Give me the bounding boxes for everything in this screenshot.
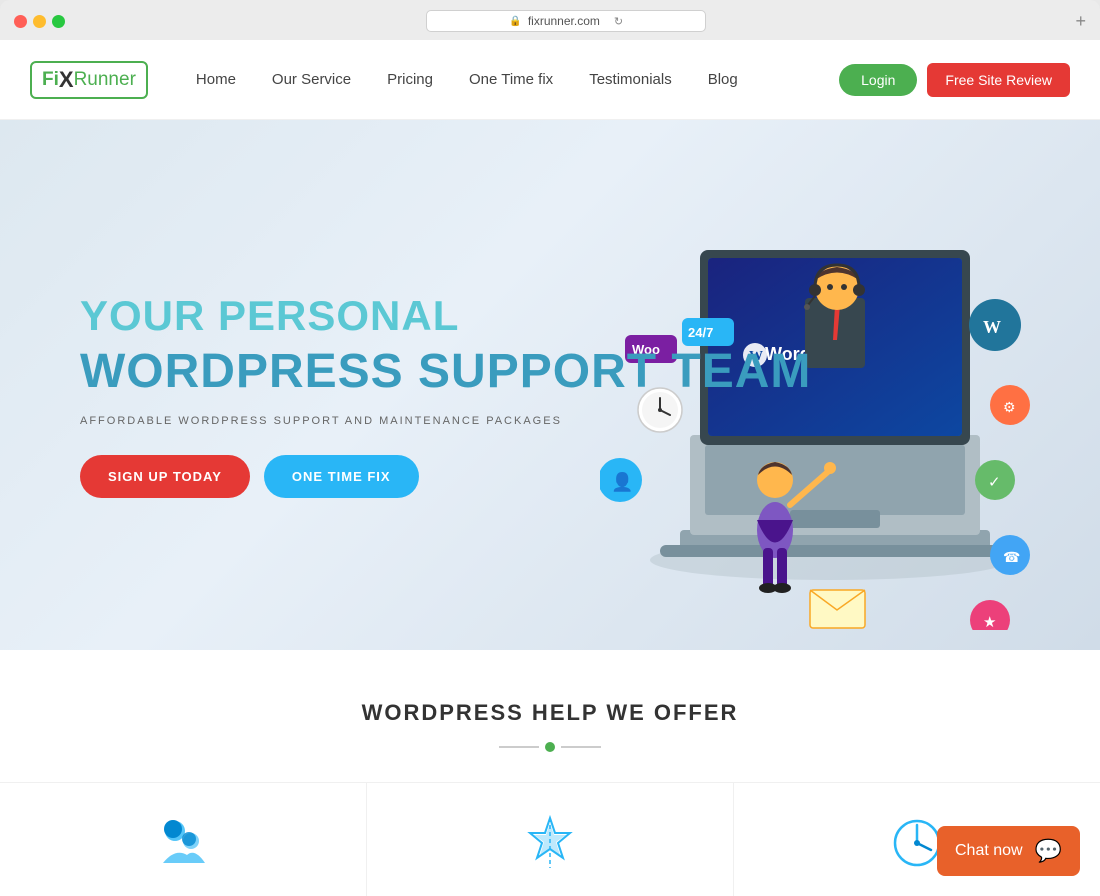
browser-titlebar: 🔒 fixrunner.com ↻ + [0,10,1100,40]
logo[interactable]: FiXRunner [30,61,148,99]
chat-icon: 💬 [1035,838,1062,864]
logo-text: FiXRunner [30,61,148,99]
logo-runner: Runner [74,69,136,91]
card-1 [0,783,367,896]
hero-content: YOUR PERSONAL WORDPRESS SUPPORT TEAM AFF… [0,272,811,498]
section-divider [0,742,1100,752]
svg-text:✓: ✓ [988,474,1001,491]
hero-title-line2: WORDPRESS SUPPORT TEAM [80,344,811,399]
cards-row [0,782,1100,896]
hero-title-line1: YOUR PERSONAL [80,292,811,340]
url-text: fixrunner.com [528,14,600,28]
navbar: FiXRunner Home Our Service Pricing One T… [0,40,1100,120]
help-section: WORDPRESS HELP WE OFFER [0,650,1100,896]
login-button[interactable]: Login [839,64,917,96]
nav-item-blog[interactable]: Blog [690,63,756,96]
nav-item-pricing[interactable]: Pricing [369,63,451,96]
traffic-lights [14,15,65,28]
new-tab-button[interactable]: + [1075,11,1086,32]
logo-x: X [59,67,74,93]
svg-text:W: W [983,317,1001,337]
chat-widget[interactable]: Chat now 💬 [937,826,1080,876]
page-content: FiXRunner Home Our Service Pricing One T… [0,40,1100,896]
nav-item-onetimefix[interactable]: One Time fix [451,63,571,96]
free-review-button[interactable]: Free Site Review [927,63,1070,97]
maximize-button[interactable] [52,15,65,28]
signup-button[interactable]: SIGN UP TODAY [80,455,250,498]
lock-icon: 🔒 [509,16,521,27]
nav-actions: Login Free Site Review [839,63,1070,97]
hero-section: YOUR PERSONAL WORDPRESS SUPPORT TEAM AFF… [0,120,1100,650]
nav-item-service[interactable]: Our Service [254,63,369,96]
address-bar[interactable]: 🔒 fixrunner.com ↻ [426,10,706,32]
hero-buttons: SIGN UP TODAY ONE TIME FIX [80,455,811,498]
card-2-icon [520,813,580,873]
card-2 [367,783,734,896]
nav-links: Home Our Service Pricing One Time fix Te… [178,63,839,96]
section-title: WORDPRESS HELP WE OFFER [0,700,1100,726]
nav-item-testimonials[interactable]: Testimonials [571,63,690,96]
logo-fi: Fi [42,69,59,91]
divider-line-right [561,746,601,748]
address-bar-wrap: 🔒 fixrunner.com ↻ [65,10,1067,32]
svg-text:⚙: ⚙ [1003,399,1016,415]
chat-label: Chat now [955,842,1023,860]
nav-item-home[interactable]: Home [178,63,254,96]
svg-text:★: ★ [983,614,996,630]
divider-line-left [499,746,539,748]
browser-window: 🔒 fixrunner.com ↻ + [0,0,1100,40]
minimize-button[interactable] [33,15,46,28]
divider-dot [545,742,555,752]
close-button[interactable] [14,15,27,28]
hero-subtitle: AFFORDABLE WORDPRESS SUPPORT AND MAINTEN… [80,415,811,427]
card-1-icon [153,813,213,873]
onetime-button[interactable]: ONE TIME FIX [264,455,419,498]
refresh-icon[interactable]: ↻ [614,15,623,28]
svg-text:☎: ☎ [1003,549,1020,565]
